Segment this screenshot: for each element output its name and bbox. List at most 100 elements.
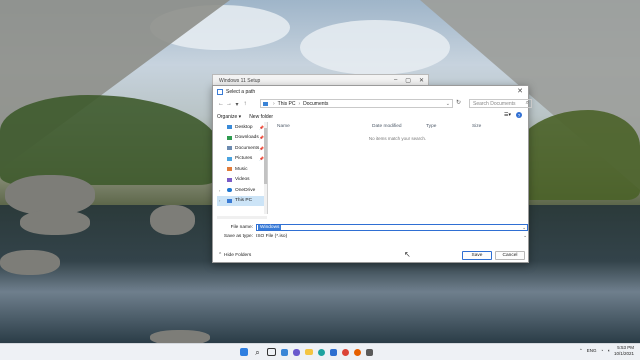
address-dropdown-icon[interactable]: ⌄ (446, 101, 450, 107)
refresh-icon[interactable]: ↻ (456, 99, 461, 106)
address-bar[interactable]: › This PC › Documents ⌄ (260, 99, 453, 108)
edge-icon[interactable] (318, 348, 325, 356)
mouse-cursor-icon: ↖ (404, 250, 411, 259)
sidebar-item-label: This PC (235, 198, 253, 204)
select-path-dialog: Select a path ✕ ← → ▾ ↑ › This PC › Docu… (212, 85, 532, 263)
expand-chevron-icon[interactable]: › (219, 198, 220, 203)
sidebar-item-label: Videos (235, 177, 250, 183)
file-list: Name Date modified Type Size No items ma… (271, 122, 524, 214)
save-as-type-row: Save as type: ISO File (*.iso) ⌄ (213, 233, 528, 240)
breadcrumb-documents[interactable]: Documents (303, 101, 328, 107)
navigation-bar: ← → ▾ ↑ › This PC › Documents ⌄ ↻ Search… (217, 98, 532, 110)
command-toolbar: Organize ▾ New folder ☰▾ ? (217, 112, 524, 121)
up-arrow-icon[interactable]: ↑ (241, 99, 249, 109)
forward-arrow-icon[interactable]: → (225, 99, 233, 109)
chrome-icon[interactable] (342, 348, 349, 356)
setup-window-title: Windows 11 Setup (219, 78, 261, 84)
navigation-pane: Desktop 📌 Downloads 📌 Documents 📌 Pictur… (217, 122, 268, 214)
language-indicator[interactable]: ENG (587, 348, 597, 353)
videos-icon (227, 177, 232, 182)
sidebar-item-label: Pictures (235, 156, 253, 162)
minimize-icon[interactable]: – (394, 77, 397, 84)
dialog-close-icon[interactable]: ✕ (517, 87, 523, 95)
scrollbar-thumb[interactable] (264, 128, 267, 184)
file-name-input[interactable]: Windows ⌄ (256, 224, 528, 231)
sidebar-scrollbar[interactable] (264, 122, 267, 214)
column-header-date-modified[interactable]: Date modified (372, 124, 426, 129)
hide-folders-label: Hide Folders (224, 253, 252, 258)
file-name-dropdown-icon[interactable]: ⌄ (522, 225, 526, 231)
expand-chevron-icon[interactable]: › (219, 188, 220, 193)
tray-chevron-icon[interactable]: ⌃ (579, 348, 583, 354)
clock[interactable]: 5:53 PM 10/1/2021 (614, 345, 634, 356)
sidebar-horizontal-scrollbar[interactable] (217, 216, 267, 219)
search-placeholder: Search Documents (473, 100, 516, 107)
sidebar-item-label: Music (235, 166, 248, 172)
file-name-label: File name: (230, 225, 253, 230)
chevron-up-icon: ⌃ (218, 253, 223, 258)
column-header-name[interactable]: Name (271, 124, 372, 129)
save-as-type-select[interactable]: ISO File (*.iso) ⌄ (256, 233, 528, 240)
maximize-icon[interactable]: ▢ (405, 77, 411, 84)
sidebar-item-documents[interactable]: Documents 📌 (217, 143, 267, 154)
empty-message: No items match your search. (368, 136, 427, 141)
view-options-icon[interactable]: ☰▾ (504, 112, 511, 118)
hide-folders-button[interactable]: ⌃ Hide Folders (218, 253, 251, 258)
save-as-type-value: ISO File (*.iso) (256, 234, 288, 239)
save-as-type-dropdown-icon[interactable]: ⌄ (523, 233, 527, 239)
dialog-title: Select a path (226, 88, 256, 95)
sidebar-item-onedrive[interactable]: › OneDrive (217, 185, 267, 196)
sidebar-item-this-pc[interactable]: › This PC (217, 195, 267, 206)
firefox-icon[interactable] (354, 348, 361, 356)
documents-icon (227, 146, 232, 151)
sidebar-item-label: Documents (235, 145, 260, 151)
breadcrumb-this-pc[interactable]: This PC (278, 101, 296, 107)
file-name-value: Windows (258, 225, 282, 230)
recent-locations-icon[interactable]: ▾ (233, 99, 241, 109)
sidebar-item-music[interactable]: Music (217, 164, 267, 175)
sidebar-item-videos[interactable]: Videos (217, 175, 267, 186)
network-icon[interactable]: ◔ (601, 348, 604, 353)
setup-app-icon[interactable] (366, 348, 373, 356)
taskbar: ⌕ ⌃ ENG ◔ ◖ 5:53 PM 10/1/2021 (0, 343, 640, 360)
store-icon[interactable] (330, 348, 337, 356)
this-pc-icon (227, 198, 232, 203)
save-button[interactable]: Save (462, 251, 492, 260)
task-view-icon[interactable] (267, 348, 276, 356)
folder-icon (263, 101, 268, 106)
dialog-app-icon (217, 88, 223, 95)
chat-icon[interactable] (293, 348, 300, 356)
sidebar-item-downloads[interactable]: Downloads 📌 (217, 133, 267, 144)
onedrive-icon (227, 188, 232, 193)
close-icon[interactable]: ✕ (419, 77, 424, 84)
search-icon: ⌕ (525, 100, 529, 106)
sidebar-item-desktop[interactable]: Desktop 📌 (217, 122, 267, 133)
sidebar-item-pictures[interactable]: Pictures 📌 (217, 154, 267, 165)
music-icon (227, 167, 232, 172)
pictures-icon (227, 156, 232, 161)
search-icon[interactable]: ⌕ (253, 348, 262, 357)
save-as-type-label: Save as type: (223, 234, 253, 239)
sidebar-item-label: Desktop (235, 124, 253, 130)
sidebar-item-label: OneDrive (235, 187, 256, 193)
new-folder-button[interactable]: New folder (249, 114, 273, 120)
desktop-icon (227, 125, 232, 130)
organize-button[interactable]: Organize ▾ (217, 114, 241, 120)
start-icon[interactable] (240, 348, 248, 356)
cancel-button[interactable]: Cancel (495, 251, 525, 260)
column-headers: Name Date modified Type Size (271, 122, 524, 130)
dialog-footer: ⌃ Hide Folders Save Cancel (213, 250, 530, 262)
help-icon[interactable]: ? (516, 112, 522, 118)
column-header-size[interactable]: Size (472, 124, 512, 129)
search-input[interactable]: Search Documents ⌕ (469, 99, 532, 108)
column-header-type[interactable]: Type (426, 124, 472, 129)
dialog-title-bar: Select a path ✕ (213, 86, 528, 97)
back-arrow-icon[interactable]: ← (217, 99, 225, 109)
widgets-icon[interactable] (281, 348, 288, 356)
volume-icon[interactable]: ◖ (607, 348, 610, 353)
clock-time: 5:53 PM (617, 345, 634, 350)
file-name-row: File name: Windows ⌄ (213, 224, 528, 231)
clock-date: 10/1/2021 (613, 350, 634, 356)
downloads-icon (227, 135, 232, 140)
file-explorer-icon[interactable] (305, 349, 313, 355)
